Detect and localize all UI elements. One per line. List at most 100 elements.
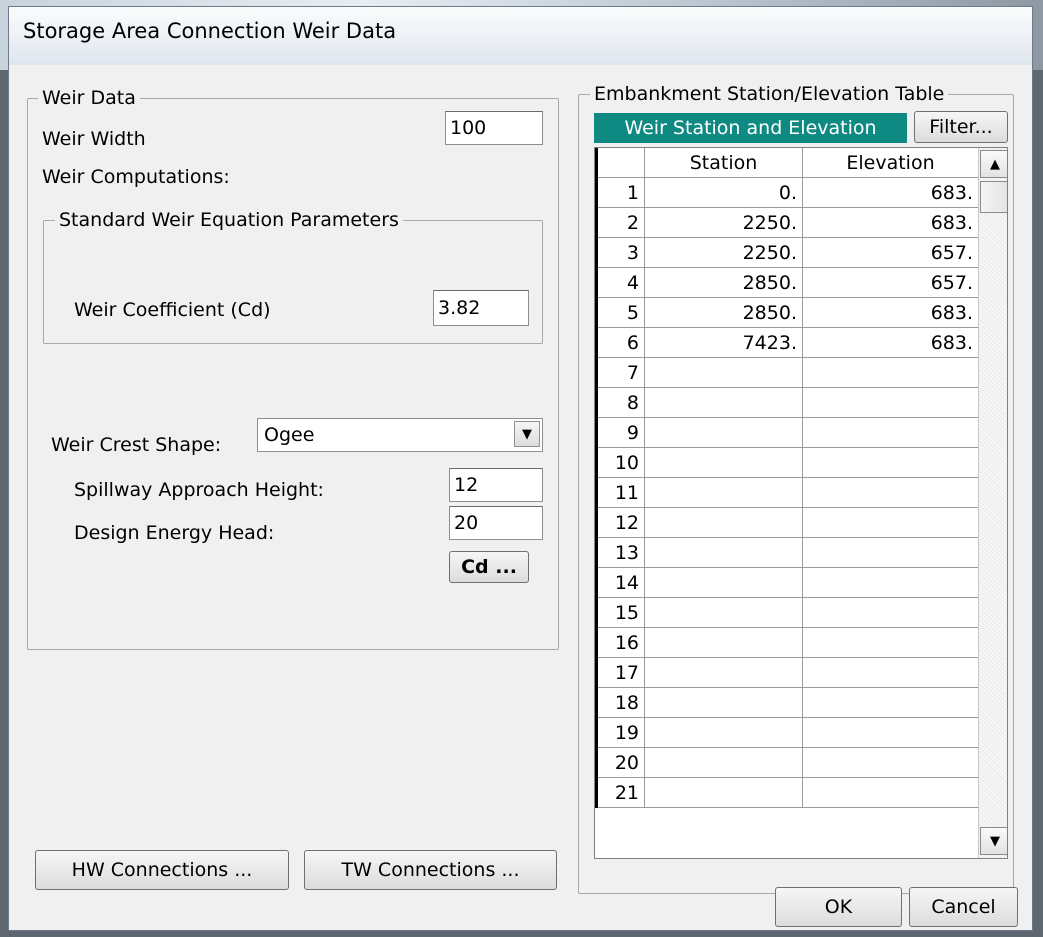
table-row: 2 2250. 683.	[595, 207, 979, 238]
station-cell[interactable]	[644, 687, 803, 718]
standard-weir-params-group-label: Standard Weir Equation Parameters	[55, 209, 403, 231]
station-cell[interactable]	[644, 597, 803, 628]
weir-crest-shape-label: Weir Crest Shape:	[51, 434, 222, 456]
station-cell[interactable]: 2250.	[644, 207, 803, 238]
row-number-cell: 3	[595, 237, 645, 268]
elevation-cell[interactable]: 683.	[802, 327, 979, 358]
station-cell[interactable]	[644, 507, 803, 538]
row-number-cell: 5	[595, 297, 645, 328]
elevation-cell[interactable]: 683.	[802, 177, 979, 208]
station-cell[interactable]	[644, 777, 803, 808]
elevation-cell[interactable]	[802, 537, 979, 568]
scroll-up-icon[interactable]: ▲	[980, 150, 1007, 178]
column-header-elevation[interactable]: Elevation	[802, 148, 979, 178]
weir-data-dialog: Storage Area Connection Weir Data Weir D…	[8, 6, 1033, 931]
vertical-scrollbar[interactable]: ▲ ▼	[978, 148, 1007, 858]
table-row: 9	[595, 417, 979, 448]
elevation-cell[interactable]: 657.	[802, 267, 979, 298]
row-number-cell: 9	[595, 417, 645, 448]
elevation-cell[interactable]: 683.	[802, 297, 979, 328]
table-row: 5 2850. 683.	[595, 297, 979, 328]
elevation-cell[interactable]	[802, 717, 979, 748]
station-cell[interactable]	[644, 477, 803, 508]
table-row: 18	[595, 687, 979, 718]
elevation-cell[interactable]	[802, 597, 979, 628]
station-cell[interactable]	[644, 387, 803, 418]
table-row: 17	[595, 657, 979, 688]
elevation-cell[interactable]	[802, 567, 979, 598]
elevation-cell[interactable]	[802, 687, 979, 718]
elevation-cell[interactable]	[802, 357, 979, 388]
table-row: 4 2850. 657.	[595, 267, 979, 298]
station-cell[interactable]	[644, 747, 803, 778]
tw-connections-button[interactable]: TW Connections ...	[304, 850, 557, 890]
station-cell[interactable]: 0.	[644, 177, 803, 208]
row-number-cell: 11	[595, 477, 645, 508]
weir-crest-shape-select[interactable]: Ogee ▼	[257, 418, 543, 452]
elevation-cell[interactable]	[802, 477, 979, 508]
station-cell[interactable]	[644, 417, 803, 448]
station-cell[interactable]	[644, 537, 803, 568]
design-energy-head-label: Design Energy Head:	[74, 522, 275, 544]
station-cell[interactable]	[644, 627, 803, 658]
elevation-cell[interactable]	[802, 417, 979, 448]
elevation-cell[interactable]	[802, 657, 979, 688]
elevation-cell[interactable]	[802, 777, 979, 808]
elevation-cell[interactable]	[802, 747, 979, 778]
station-cell[interactable]	[644, 657, 803, 688]
table-row: 15	[595, 597, 979, 628]
table-row: 13	[595, 537, 979, 568]
column-header-station[interactable]: Station	[644, 148, 803, 178]
table-row: 11	[595, 477, 979, 508]
station-cell[interactable]: 2850.	[644, 267, 803, 298]
elevation-cell[interactable]	[802, 387, 979, 418]
elevation-cell[interactable]	[802, 627, 979, 658]
elevation-cell[interactable]: 683.	[802, 207, 979, 238]
station-cell[interactable]	[644, 717, 803, 748]
row-number-cell: 17	[595, 657, 645, 688]
table-header-row: Station Elevation	[595, 148, 979, 178]
cancel-button[interactable]: Cancel	[909, 887, 1018, 927]
ok-button[interactable]: OK	[775, 887, 902, 927]
row-number-cell: 6	[595, 327, 645, 358]
hw-connections-button[interactable]: HW Connections ...	[35, 850, 289, 890]
elevation-cell[interactable]	[802, 447, 979, 478]
row-number-cell: 8	[595, 387, 645, 418]
embankment-table-group-label: Embankment Station/Elevation Table	[590, 83, 949, 105]
station-cell[interactable]	[644, 357, 803, 388]
elevation-cell[interactable]: 657.	[802, 237, 979, 268]
table-row: 6 7423. 683.	[595, 327, 979, 358]
station-cell[interactable]: 7423.	[644, 327, 803, 358]
spillway-approach-height-label: Spillway Approach Height:	[74, 479, 324, 501]
scrollbar-thumb[interactable]	[980, 181, 1007, 213]
row-number-cell: 13	[595, 537, 645, 568]
row-number-cell: 20	[595, 747, 645, 778]
chevron-down-icon[interactable]: ▼	[514, 421, 540, 447]
weir-coefficient-input[interactable]	[433, 290, 529, 326]
weir-width-label: Weir Width	[42, 128, 146, 150]
cd-button[interactable]: Cd ...	[449, 551, 529, 583]
spillway-approach-height-input[interactable]	[449, 468, 543, 502]
weir-data-group-label: Weir Data	[38, 87, 140, 109]
title-bar[interactable]: Storage Area Connection Weir Data	[9, 7, 1032, 65]
row-number-cell: 10	[595, 447, 645, 478]
scroll-down-icon[interactable]: ▼	[980, 827, 1007, 855]
weir-width-input[interactable]	[445, 111, 543, 145]
filter-button[interactable]: Filter...	[914, 111, 1008, 143]
station-elevation-table: Station Elevation 1 0. 683. 2 2250. 683. 3 2250…	[595, 148, 979, 808]
elevation-cell[interactable]	[802, 507, 979, 538]
row-number-cell: 7	[595, 357, 645, 388]
station-cell[interactable]	[644, 447, 803, 478]
table-corner-cell[interactable]	[595, 148, 645, 178]
station-cell[interactable]: 2850.	[644, 297, 803, 328]
weir-coefficient-label: Weir Coefficient (Cd)	[74, 299, 271, 321]
table-row: 16	[595, 627, 979, 658]
station-cell[interactable]: 2250.	[644, 237, 803, 268]
row-number-cell: 12	[595, 507, 645, 538]
row-number-cell: 2	[595, 207, 645, 238]
table-row: 12	[595, 507, 979, 538]
design-energy-head-input[interactable]	[449, 506, 543, 540]
row-number-cell: 4	[595, 267, 645, 298]
dialog-title: Storage Area Connection Weir Data	[23, 19, 397, 43]
station-cell[interactable]	[644, 567, 803, 598]
